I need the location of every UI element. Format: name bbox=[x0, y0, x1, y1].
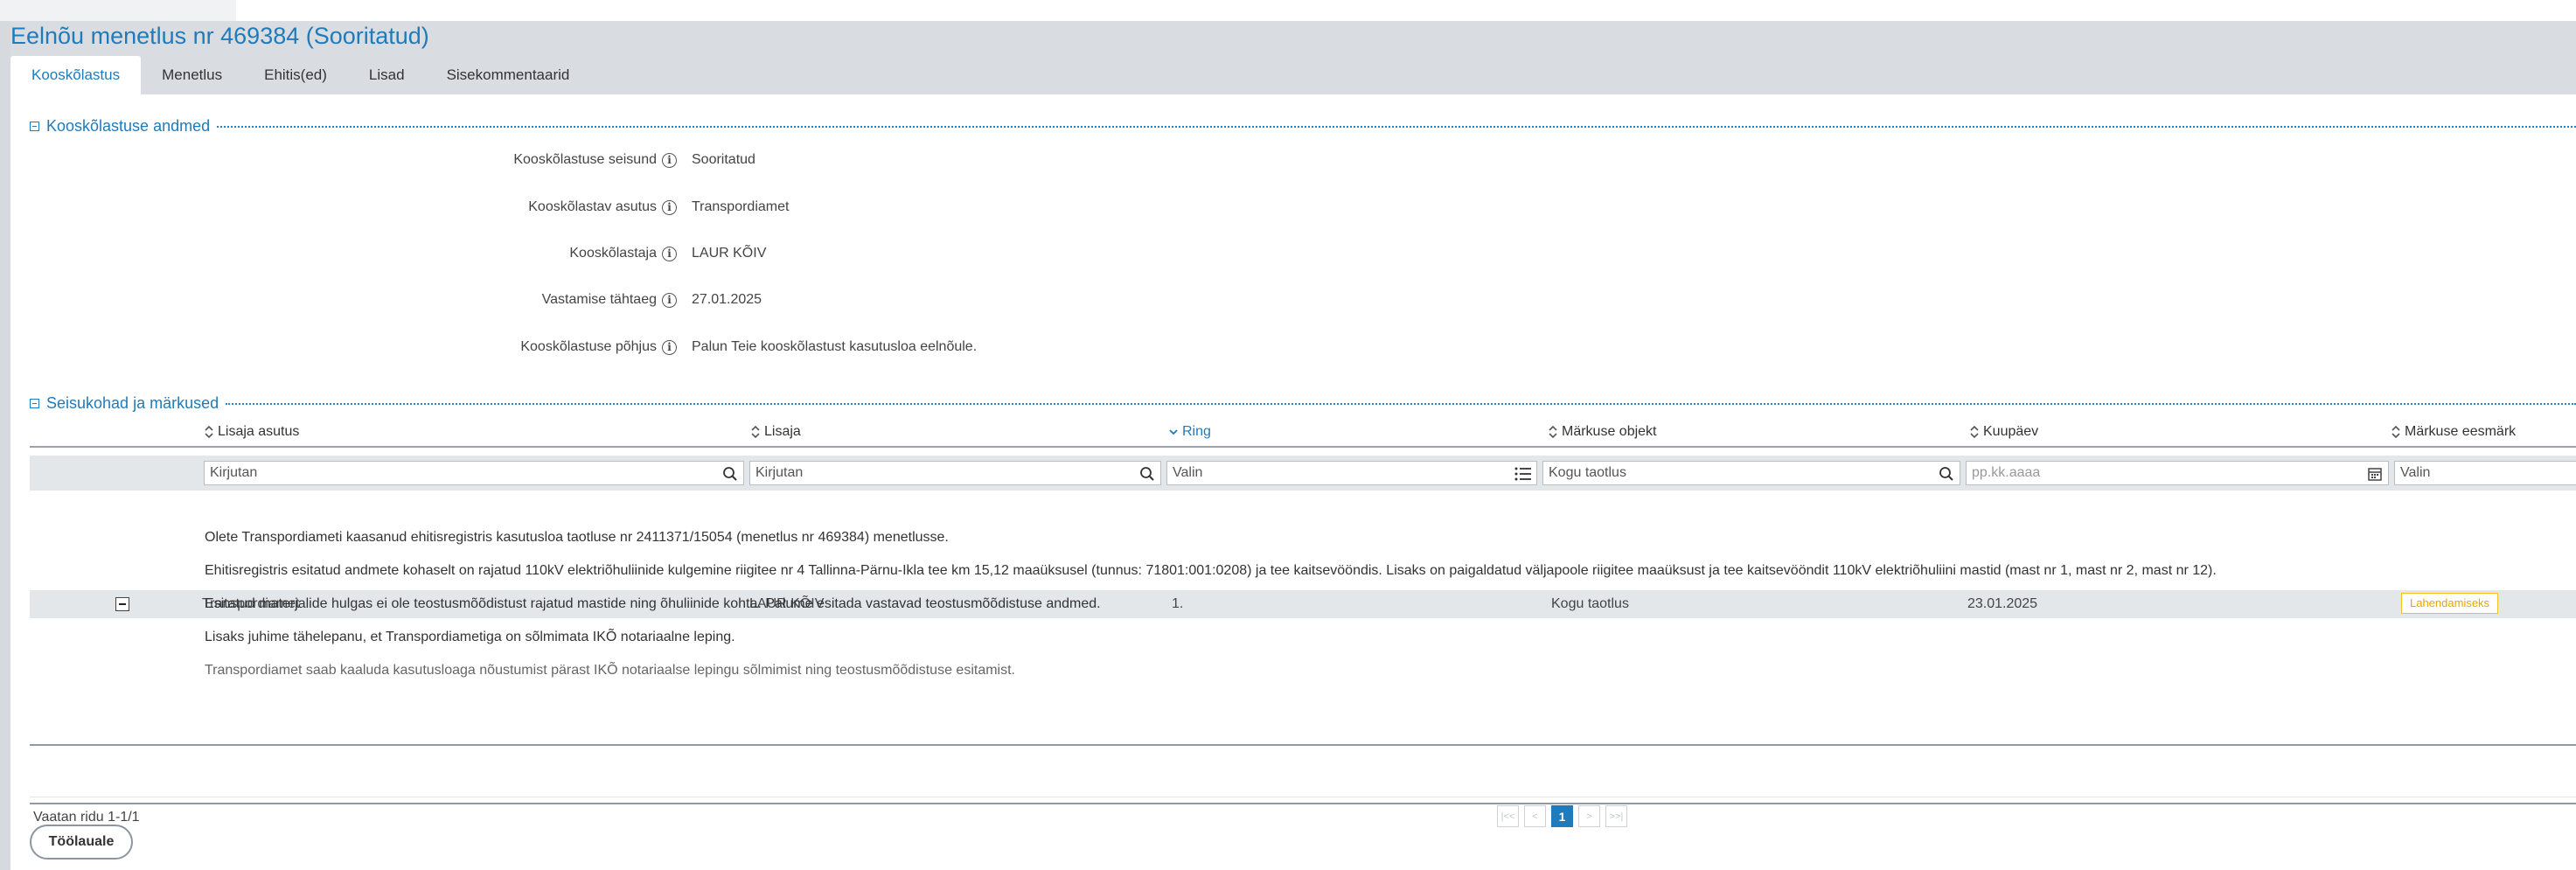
page-title: Eelnõu menetlus nr 469384 (Sooritatud) bbox=[10, 23, 429, 49]
field-approver: Kooskõlastaja i LAUR KÕIV bbox=[10, 240, 1060, 267]
header-divider bbox=[30, 446, 2576, 448]
info-icon[interactable]: i bbox=[662, 339, 677, 355]
field-label: Kooskõlastaja bbox=[569, 246, 657, 261]
back-to-dashboard-button[interactable]: Töölauale bbox=[30, 825, 133, 860]
sort-desc-icon bbox=[1169, 429, 1178, 435]
field-approval-status: Kooskõlastuse seisund i Sooritatud bbox=[10, 147, 1060, 173]
pager-next-button[interactable]: > bbox=[1578, 805, 1600, 827]
info-icon[interactable]: i bbox=[662, 152, 677, 168]
section-divider bbox=[217, 125, 2576, 128]
info-icon[interactable]: i bbox=[662, 199, 677, 215]
sort-icon bbox=[751, 425, 760, 439]
filter-agency bbox=[204, 461, 744, 485]
divider bbox=[30, 803, 2576, 804]
remark-line: Ehitisregistris esitatud andmete kohasel… bbox=[205, 563, 2217, 578]
calendar-icon[interactable] bbox=[2365, 464, 2385, 484]
cell-date: 23.01.2025 bbox=[1967, 596, 2038, 611]
filter-author-input[interactable] bbox=[750, 462, 1141, 484]
main-content: Kooskõlastuse andmed Kooskõlastuse seisu… bbox=[10, 94, 2576, 870]
filter-agency-input[interactable] bbox=[205, 462, 724, 484]
search-icon[interactable] bbox=[721, 464, 740, 484]
cell-object: Kogu taotlus bbox=[1551, 596, 1629, 611]
col-header-label: Lisaja bbox=[764, 424, 801, 439]
filter-purpose bbox=[2394, 461, 2576, 485]
filter-object bbox=[1542, 461, 1960, 485]
col-header-round[interactable]: Ring bbox=[1168, 424, 1211, 440]
col-header-date[interactable]: Kuupäev bbox=[1969, 424, 2038, 440]
field-value: 27.01.2025 bbox=[692, 292, 762, 307]
section-approval-header[interactable]: Kooskõlastuse andmed bbox=[30, 117, 2576, 136]
col-header-purpose[interactable]: Märkuse eesmärk bbox=[2391, 424, 2516, 440]
col-header-label: Märkuse objekt bbox=[1562, 424, 1657, 439]
section-opinions-title: Seisukohad ja märkused bbox=[46, 394, 219, 412]
divider bbox=[30, 744, 2576, 746]
top-grey-area bbox=[0, 0, 236, 21]
remark-line: Lisaks juhime tähelepanu, et Transpordia… bbox=[205, 630, 735, 644]
remark-line: Esitatud materjalide hulgas ei ole teost… bbox=[205, 596, 1101, 611]
pager-info: Vaatan ridu 1-1/1 bbox=[33, 810, 140, 825]
filter-date bbox=[1966, 461, 2389, 485]
field-value: LAUR KÕIV bbox=[692, 246, 767, 261]
tab-ehitised[interactable]: Ehitis(ed) bbox=[243, 56, 348, 94]
col-header-label: Kuupäev bbox=[1983, 424, 2039, 439]
status-badge: Lahendamiseks bbox=[2401, 593, 2499, 614]
info-icon[interactable]: i bbox=[662, 292, 677, 308]
remark-line: Olete Transpordiameti kaasanud ehitisreg… bbox=[205, 530, 949, 545]
filter-purpose-select[interactable] bbox=[2395, 462, 2557, 484]
field-label: Vastamise tähtaeg bbox=[541, 292, 657, 307]
section-divider bbox=[226, 402, 2576, 405]
col-header-label: Lisaja asutus bbox=[218, 424, 300, 439]
section-approval-title: Kooskõlastuse andmed bbox=[46, 117, 211, 135]
tab-menetlus[interactable]: Menetlus bbox=[141, 56, 243, 94]
field-reason: Kooskõlastuse põhjus i Palun Teie kooskõl… bbox=[10, 334, 1060, 360]
field-value: Sooritatud bbox=[692, 152, 755, 167]
field-value: Palun Teie kooskõlastust kasutusloa eeln… bbox=[692, 339, 978, 354]
col-header-object[interactable]: Märkuse objekt bbox=[1548, 424, 1657, 440]
field-label: Kooskõlastav asutus bbox=[528, 199, 657, 214]
col-header-author[interactable]: Lisaja bbox=[750, 424, 801, 440]
field-approving-agency: Kooskõlastav asutus i Transpordiamet bbox=[10, 194, 1060, 220]
collapse-icon[interactable] bbox=[30, 122, 39, 131]
tab-bar: Kooskõlastus Menetlus Ehitis(ed) Lisad S… bbox=[10, 56, 590, 94]
remark-line: Transpordiamet saab kaaluda kasutusloaga… bbox=[205, 663, 1015, 678]
field-deadline: Vastamise tähtaeg i 27.01.2025 bbox=[10, 287, 1060, 313]
sort-icon bbox=[2392, 425, 2400, 439]
filter-author bbox=[749, 461, 1161, 485]
cell-round: 1. bbox=[1172, 596, 1184, 611]
section-opinions-header[interactable]: Seisukohad ja märkused bbox=[30, 394, 2576, 413]
filter-date-input[interactable] bbox=[1967, 462, 2369, 484]
filter-round-select[interactable] bbox=[1167, 462, 1517, 484]
pager: |<< < 1 > >>| bbox=[1497, 805, 1627, 827]
browser-top-strip bbox=[0, 0, 2576, 21]
pager-first-button[interactable]: |<< bbox=[1497, 805, 1519, 827]
left-strip bbox=[0, 21, 10, 870]
search-icon[interactable] bbox=[1138, 464, 1157, 484]
pager-last-button[interactable]: >>| bbox=[1605, 805, 1627, 827]
collapse-row-button[interactable] bbox=[115, 597, 129, 611]
info-icon[interactable]: i bbox=[662, 246, 677, 261]
field-value: Transpordiamet bbox=[692, 199, 790, 214]
page-header: Eelnõu menetlus nr 469384 (Sooritatud) K… bbox=[10, 21, 2576, 94]
field-label: Kooskõlastuse põhjus bbox=[520, 339, 657, 354]
filter-row bbox=[30, 456, 2576, 491]
filter-round bbox=[1166, 461, 1537, 485]
sort-icon bbox=[205, 425, 213, 439]
sort-icon bbox=[1970, 425, 1979, 439]
tab-sisekommentaarid[interactable]: Sisekommentaarid bbox=[426, 56, 591, 94]
collapse-icon[interactable] bbox=[30, 399, 39, 408]
search-icon[interactable] bbox=[1937, 464, 1956, 484]
col-header-agency[interactable]: Lisaja asutus bbox=[204, 424, 299, 440]
tab-lisad[interactable]: Lisad bbox=[348, 56, 426, 94]
filter-object-input[interactable] bbox=[1543, 462, 1940, 484]
tab-kooskolastus[interactable]: Kooskõlastus bbox=[10, 56, 142, 94]
col-header-label: Ring bbox=[1182, 424, 1211, 439]
col-header-label: Märkuse eesmärk bbox=[2405, 424, 2517, 439]
sort-icon bbox=[1549, 425, 1557, 439]
field-label: Kooskõlastuse seisund bbox=[513, 152, 657, 167]
pager-page-button[interactable]: 1 bbox=[1551, 805, 1573, 827]
list-icon[interactable] bbox=[1514, 464, 1533, 484]
pager-prev-button[interactable]: < bbox=[1524, 805, 1546, 827]
